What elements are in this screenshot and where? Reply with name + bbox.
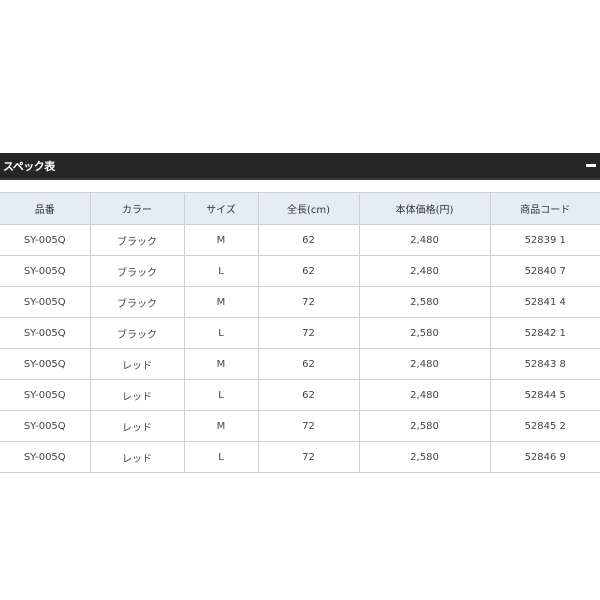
product-number-cell: SY-005Q: [0, 317, 91, 349]
price-cell: 2,480: [358, 224, 491, 256]
spec-panel: スペック表 品番 カラー サイズ 全長(cm) 本体価格(円) 商品コード SY…: [0, 153, 600, 473]
spec-panel-header[interactable]: スペック表: [0, 153, 600, 180]
spec-table: 品番 カラー サイズ 全長(cm) 本体価格(円) 商品コード SY-005Q ブ…: [0, 192, 600, 473]
product-number-cell: SY-005Q: [0, 348, 91, 380]
color-cell: レッド: [89, 441, 185, 473]
column-header-color: カラー: [89, 192, 185, 225]
table-row: SY-005Q レッド L 72 2,580 52846 9: [0, 441, 600, 473]
table-row: SY-005Q ブラック M 62 2,480 52839 1: [0, 224, 600, 256]
length-cell: 62: [257, 255, 360, 287]
column-header-size: サイズ: [183, 192, 259, 225]
collapse-icon[interactable]: [586, 160, 597, 171]
price-cell: 2,580: [358, 410, 491, 442]
size-cell: L: [183, 379, 259, 411]
price-cell: 2,580: [358, 441, 491, 473]
product-number-cell: SY-005Q: [0, 441, 91, 473]
column-header-product-code: 商品コード: [489, 192, 600, 225]
product-number-cell: SY-005Q: [0, 379, 91, 411]
color-cell: レッド: [89, 379, 185, 411]
column-header-price: 本体価格(円): [358, 192, 491, 225]
color-cell: ブラック: [89, 286, 185, 318]
length-cell: 72: [257, 410, 360, 442]
size-cell: L: [183, 441, 259, 473]
size-cell: M: [183, 286, 259, 318]
spec-table-header-row: 品番 カラー サイズ 全長(cm) 本体価格(円) 商品コード: [0, 192, 600, 225]
size-cell: M: [183, 410, 259, 442]
table-row: SY-005Q レッド M 72 2,580 52845 2: [0, 410, 600, 442]
product-number-cell: SY-005Q: [0, 410, 91, 442]
length-cell: 62: [257, 224, 360, 256]
size-cell: M: [183, 348, 259, 380]
color-cell: ブラック: [89, 255, 185, 287]
product-code-cell: 52845 2: [489, 410, 600, 442]
product-code-cell: 52840 7: [489, 255, 600, 287]
column-header-product-number: 品番: [0, 192, 91, 225]
color-cell: レッド: [89, 410, 185, 442]
product-code-cell: 52846 9: [489, 441, 600, 473]
product-code-cell: 52844 5: [489, 379, 600, 411]
product-code-cell: 52843 8: [489, 348, 600, 380]
spec-table-body: SY-005Q ブラック M 62 2,480 52839 1 SY-005Q ブラック L 62…: [0, 224, 600, 473]
length-cell: 62: [257, 348, 360, 380]
length-cell: 72: [257, 441, 360, 473]
length-cell: 62: [257, 379, 360, 411]
product-number-cell: SY-005Q: [0, 286, 91, 318]
price-cell: 2,480: [358, 255, 491, 287]
color-cell: ブラック: [89, 224, 185, 256]
length-cell: 72: [257, 286, 360, 318]
table-row: SY-005Q ブラック L 72 2,580 52842 1: [0, 317, 600, 349]
product-code-cell: 52842 1: [489, 317, 600, 349]
price-cell: 2,480: [358, 348, 491, 380]
price-cell: 2,580: [358, 286, 491, 318]
color-cell: レッド: [89, 348, 185, 380]
product-number-cell: SY-005Q: [0, 255, 91, 287]
size-cell: L: [183, 317, 259, 349]
table-row: SY-005Q ブラック L 62 2,480 52840 7: [0, 255, 600, 287]
length-cell: 72: [257, 317, 360, 349]
size-cell: L: [183, 255, 259, 287]
table-row: SY-005Q レッド L 62 2,480 52844 5: [0, 379, 600, 411]
size-cell: M: [183, 224, 259, 256]
product-code-cell: 52841 4: [489, 286, 600, 318]
price-cell: 2,580: [358, 317, 491, 349]
column-header-length: 全長(cm): [257, 192, 360, 225]
product-code-cell: 52839 1: [489, 224, 600, 256]
table-row: SY-005Q レッド M 62 2,480 52843 8: [0, 348, 600, 380]
product-number-cell: SY-005Q: [0, 224, 91, 256]
color-cell: ブラック: [89, 317, 185, 349]
spec-panel-title: スペック表: [3, 159, 55, 173]
price-cell: 2,480: [358, 379, 491, 411]
table-row: SY-005Q ブラック M 72 2,580 52841 4: [0, 286, 600, 318]
